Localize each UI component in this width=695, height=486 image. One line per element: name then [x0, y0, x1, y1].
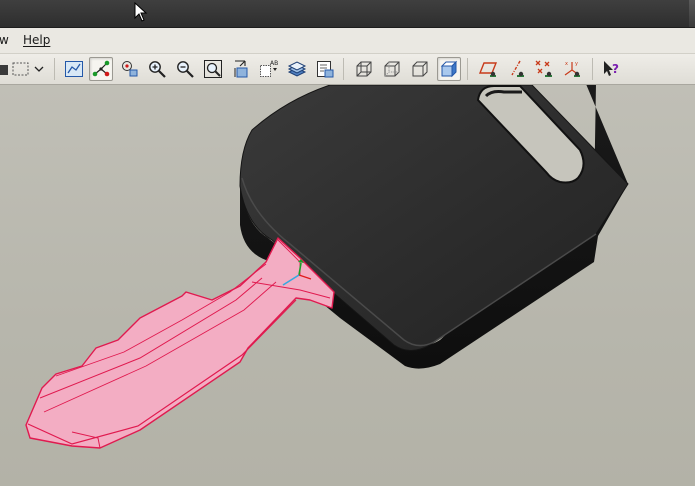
coordinate-systems-icon: x y	[564, 61, 580, 77]
datum-axes-icon	[511, 60, 524, 77]
refit-icon	[204, 60, 222, 78]
titlebar-corner	[689, 0, 695, 27]
orient-icon	[92, 60, 110, 77]
svg-text:?: ?	[612, 62, 619, 76]
main-toolbar: AB x y ?	[0, 54, 695, 85]
repaint-button[interactable]	[62, 57, 86, 81]
svg-text:y: y	[575, 61, 578, 67]
datum-points-icon	[535, 60, 552, 77]
no-hidden-icon	[412, 61, 428, 77]
model-tree-button[interactable]	[313, 57, 337, 81]
view-manager-icon	[234, 60, 248, 78]
named-view-button[interactable]: AB	[257, 57, 281, 81]
wireframe-icon	[356, 61, 372, 77]
mouse-cursor-icon	[134, 2, 148, 22]
datum-axes-button[interactable]	[504, 57, 528, 81]
no-hidden-button[interactable]	[408, 57, 432, 81]
shading-button[interactable]	[437, 57, 461, 81]
datum-planes-button[interactable]	[476, 57, 500, 81]
context-help-button[interactable]: ?	[599, 57, 623, 81]
layers-button[interactable]	[285, 57, 309, 81]
dropdown-arrow-icon	[34, 66, 44, 72]
menu-bar: w Help	[0, 28, 695, 54]
zoom-out-button[interactable]	[173, 57, 197, 81]
toolbar-separator	[54, 58, 55, 80]
svg-text:AB: AB	[270, 60, 278, 67]
select-filter-dropdown[interactable]	[32, 57, 46, 81]
menu-window[interactable]: w	[0, 33, 9, 47]
spin-center-icon	[122, 61, 138, 77]
view-manager-button[interactable]	[229, 57, 253, 81]
model-tree-icon	[317, 61, 334, 78]
named-view-icon: AB	[260, 60, 278, 77]
window-titlebar[interactable]	[0, 0, 695, 28]
select-box-button[interactable]	[8, 57, 32, 81]
graphics-viewport[interactable]	[0, 85, 695, 486]
zoom-out-icon	[177, 61, 194, 78]
toolbar-separator	[343, 58, 344, 80]
coordinate-systems-button[interactable]: x y	[560, 57, 584, 81]
datum-planes-icon	[478, 62, 498, 77]
shading-icon	[440, 60, 458, 78]
key-head-top	[239, 85, 629, 351]
toolbar-separator	[592, 58, 593, 80]
select-box-icon	[12, 62, 29, 76]
orient-mode-button[interactable]	[89, 57, 113, 81]
spin-center-button[interactable]	[117, 57, 141, 81]
layers-icon	[287, 61, 307, 77]
toolbar-separator	[467, 58, 468, 80]
datum-points-button[interactable]	[532, 57, 556, 81]
repaint-icon	[65, 61, 83, 77]
hidden-line-button[interactable]	[380, 57, 404, 81]
coordinate-triad	[282, 259, 312, 286]
wireframe-button[interactable]	[352, 57, 376, 81]
refit-button[interactable]	[201, 57, 225, 81]
menu-help[interactable]: Help	[23, 33, 50, 47]
hidden-line-icon	[384, 61, 400, 77]
context-help-icon: ?	[604, 61, 619, 76]
zoom-in-icon	[149, 61, 166, 78]
model-scene	[25, 85, 629, 449]
svg-text:x: x	[565, 61, 568, 67]
zoom-in-button[interactable]	[145, 57, 169, 81]
